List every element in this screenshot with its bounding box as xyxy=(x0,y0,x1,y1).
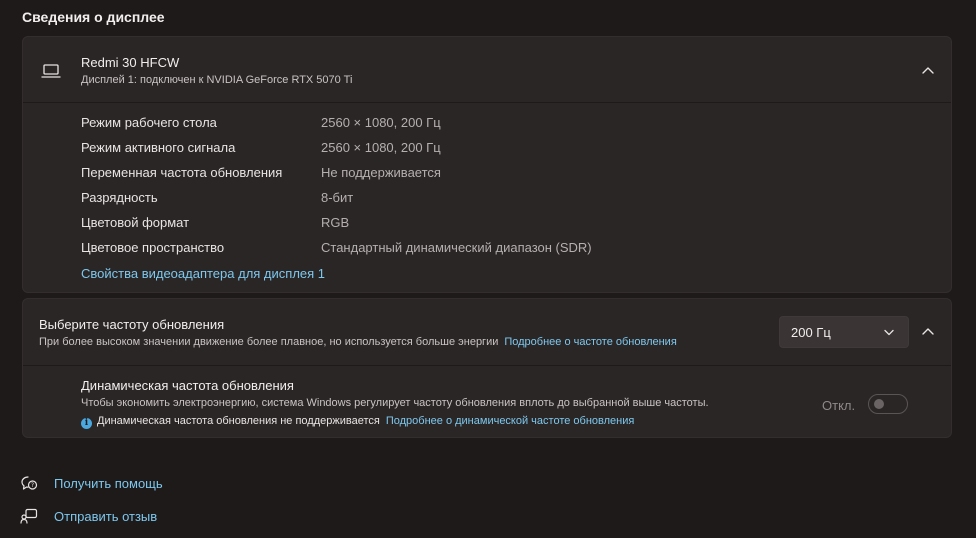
get-help-label: Получить помощь xyxy=(54,476,163,491)
property-value: 8-бит xyxy=(321,190,354,205)
property-label: Режим активного сигнала xyxy=(81,140,236,155)
property-value: RGB xyxy=(321,215,350,230)
refresh-rate-description: При более высоком значении движение боле… xyxy=(39,336,677,348)
dynamic-refresh-toggle[interactable] xyxy=(868,394,908,414)
feedback-icon xyxy=(20,508,38,524)
property-label: Цветовой формат xyxy=(81,215,190,230)
adapter-properties-link[interactable]: Свойства видеоадаптера для дисплея 1 xyxy=(81,266,325,281)
dynamic-refresh-title: Динамическая частота обновления xyxy=(81,378,294,393)
property-label: Переменная частота обновления xyxy=(81,165,283,180)
refresh-rate-card: Выберите частоту обновления При более вы… xyxy=(22,298,952,438)
property-value: 2560 × 1080, 200 Гц xyxy=(321,140,441,155)
chevron-down-icon xyxy=(884,329,894,336)
svg-text:?: ? xyxy=(31,482,34,489)
property-label: Цветовое пространство xyxy=(81,240,225,255)
chevron-up-icon[interactable] xyxy=(921,327,935,337)
refresh-rate-title: Выберите частоту обновления xyxy=(39,317,225,332)
divider xyxy=(23,102,951,103)
dynamic-refresh-description: Чтобы экономить электроэнергию, система … xyxy=(81,397,709,409)
laptop-icon xyxy=(41,64,61,78)
section-title: Сведения о дисплее xyxy=(22,9,165,25)
dynamic-refresh-note: i Динамическая частота обновления не подд… xyxy=(81,415,634,429)
toggle-knob xyxy=(874,399,884,409)
refresh-rate-selected: 200 Гц xyxy=(791,325,831,340)
refresh-rate-dropdown[interactable]: 200 Гц xyxy=(779,316,909,348)
refresh-rate-description-text: При более высоком значении движение боле… xyxy=(39,336,499,348)
property-label: Разрядность xyxy=(81,190,158,205)
display-info-card: Redmi 30 HFCW Дисплей 1: подключен к NVI… xyxy=(22,36,952,293)
property-value: Не поддерживается xyxy=(321,165,441,180)
toggle-state-label: Откл. xyxy=(822,398,856,413)
property-value: Стандартный динамический диапазон (SDR) xyxy=(321,240,592,255)
property-label: Режим рабочего стола xyxy=(81,115,217,130)
display-name: Redmi 30 HFCW xyxy=(81,55,180,70)
refresh-rate-learn-more-link[interactable]: Подробнее о частоте обновления xyxy=(504,336,676,348)
dynamic-refresh-learn-more-link[interactable]: Подробнее о динамической частоте обновле… xyxy=(386,415,634,427)
display-subtitle: Дисплей 1: подключен к NVIDIA GeForce RT… xyxy=(81,74,353,86)
send-feedback-label: Отправить отзыв xyxy=(54,509,158,524)
dynamic-refresh-note-text: Динамическая частота обновления не подде… xyxy=(97,415,380,427)
divider xyxy=(23,365,951,366)
info-icon: i xyxy=(81,418,92,429)
chevron-up-icon[interactable] xyxy=(921,66,935,76)
help-icon: ? xyxy=(21,476,38,490)
property-value: 2560 × 1080, 200 Гц xyxy=(321,115,441,130)
